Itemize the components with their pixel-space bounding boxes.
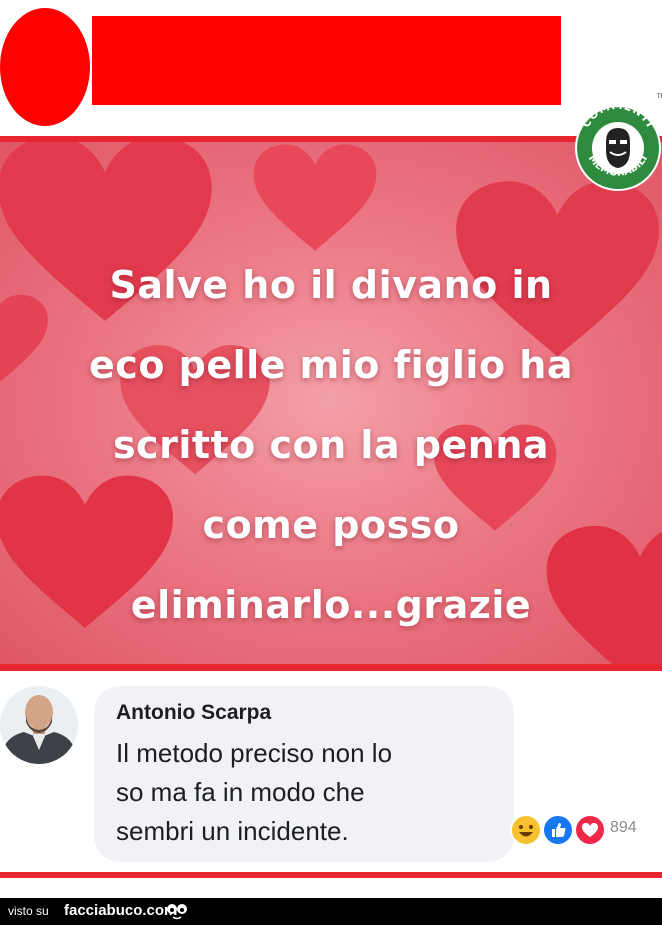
post-text-line: scritto con la penna <box>112 423 550 467</box>
commenti-memorabili-logo: COMMENTI MEMORABILI TM <box>575 93 662 191</box>
badge-tm: TM <box>656 93 662 100</box>
post-text-line: Salve ho il divano in <box>109 263 553 307</box>
haha-icon <box>510 814 542 846</box>
facciabuco-logo-icon <box>167 904 187 920</box>
footer-site[interactable]: facciabuco.com <box>64 902 177 919</box>
footer-prefix: visto su <box>8 904 49 918</box>
commenter-avatar[interactable] <box>0 686 78 764</box>
post-text-line: eliminarlo...grazie <box>130 583 532 627</box>
love-icon <box>574 814 606 846</box>
comment-text-line: so ma fa in modo che <box>116 777 365 807</box>
comment-text: Il metodo preciso non lo so ma fa in mod… <box>116 734 496 851</box>
bottom-divider <box>0 872 662 878</box>
watermark-footer: visto su facciabuco.com <box>0 898 662 925</box>
like-icon <box>542 814 574 846</box>
heart-decoration <box>253 144 377 251</box>
post-text-line: come posso <box>202 503 460 547</box>
person-photo-icon <box>0 686 78 764</box>
post-text-line: eco pelle mio figlio ha <box>89 343 573 387</box>
post-text: Salve ho il divano in eco pelle mio figl… <box>0 245 662 645</box>
reaction-summary[interactable]: 894 <box>506 811 656 849</box>
comment-text-line: sembri un incidente. <box>116 816 349 846</box>
redacted-avatar <box>0 8 90 126</box>
redacted-name-bar <box>92 16 561 105</box>
comment-author[interactable]: Antonio Scarpa <box>116 701 271 725</box>
image-bottom-divider <box>0 664 662 671</box>
reaction-count: 894 <box>610 819 637 836</box>
comment-text-line: Il metodo preciso non lo <box>116 738 393 768</box>
